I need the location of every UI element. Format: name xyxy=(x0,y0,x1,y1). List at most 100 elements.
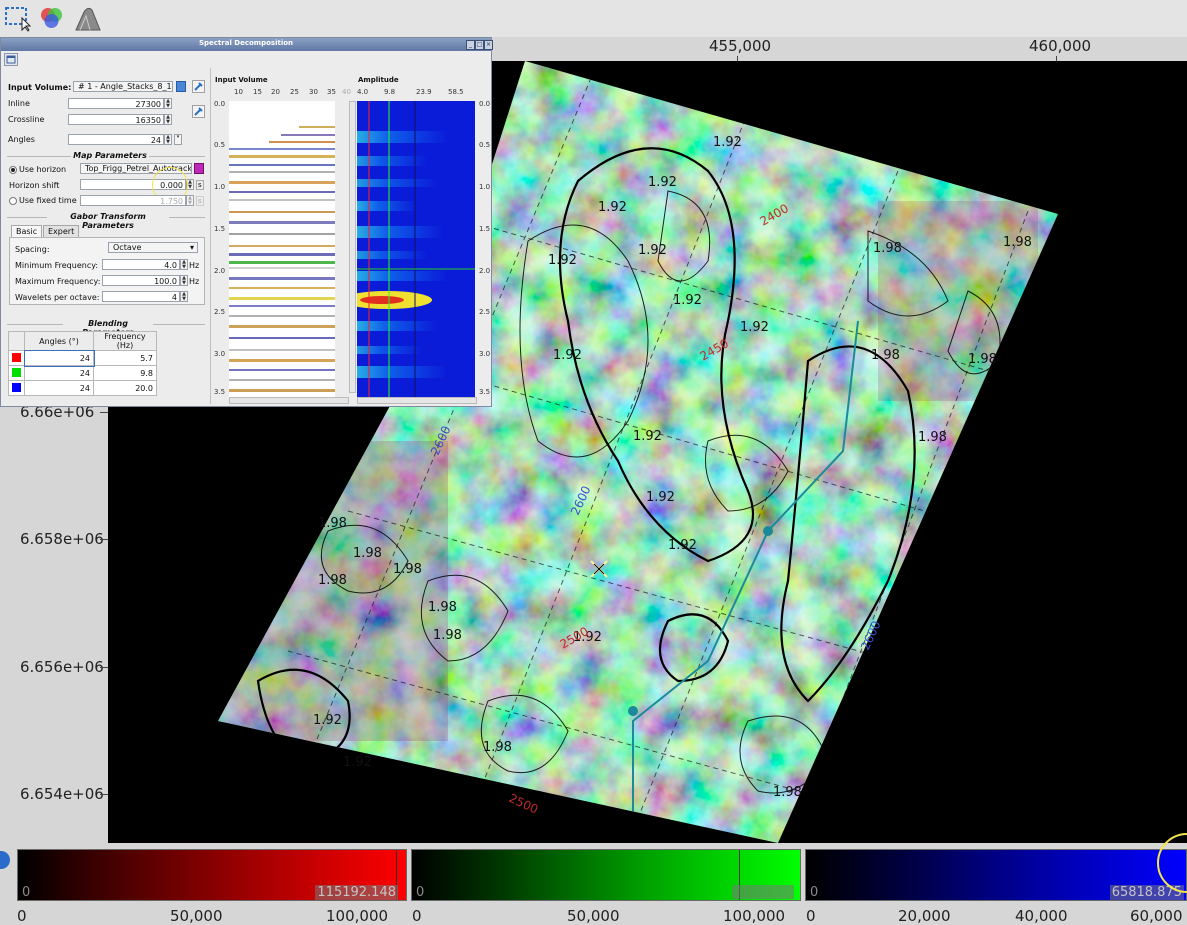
y-tick-label: 6.656e+06 xyxy=(20,658,104,676)
volume-icon[interactable] xyxy=(176,81,186,92)
amplitude-time-axis: 0.0 0.5 1.0 1.5 2.0 2.5 3.0 3.5 xyxy=(479,100,491,396)
dialog-menu-icon[interactable] xyxy=(4,53,18,66)
green-colorbar-min: 0 xyxy=(416,885,425,900)
horizon-color-icon[interactable] xyxy=(194,163,204,174)
green-colorbar[interactable]: 0 xyxy=(411,849,801,901)
crossline-field[interactable]: 16350 xyxy=(68,114,164,125)
amplitude-panel-title: Amplitude xyxy=(358,76,399,84)
map-parameters-title: Map Parameters xyxy=(73,151,147,160)
blend-frequency-cell[interactable]: 20.0 xyxy=(93,380,157,396)
surface-icon[interactable] xyxy=(74,4,102,32)
blend-angle-cell[interactable]: 24 xyxy=(24,365,94,381)
y-tick-label: 6.654e+06 xyxy=(20,785,104,803)
green-colorbar-tick: 100,000 xyxy=(723,907,786,925)
eyedropper-icon xyxy=(194,107,203,116)
minimize-icon[interactable]: _ xyxy=(466,40,475,50)
angles-field[interactable]: 24 xyxy=(68,134,164,145)
red-swatch[interactable] xyxy=(12,352,21,362)
blend-angle-cell[interactable]: 24 xyxy=(24,380,94,396)
wavelets-stepper[interactable]: ▲ ▼ xyxy=(180,291,188,302)
amplitude-horizontal-scrollbar[interactable] xyxy=(357,397,477,404)
contour-label: 1.98 xyxy=(483,740,512,755)
pick-location-button[interactable] xyxy=(192,105,205,118)
blend-header-angles: Angles (°) xyxy=(24,331,94,351)
min-frequency-label: Minimum Frequency: xyxy=(15,261,99,270)
blend-frequency-cell[interactable]: 9.8 xyxy=(93,365,157,381)
blue-colorbar-tick: 60,000 xyxy=(1130,907,1183,925)
contour-label: 1.92 xyxy=(633,429,662,444)
seismic-vertical-scrollbar[interactable] xyxy=(349,101,356,393)
blue-colorbar[interactable]: 0 65818.875 xyxy=(805,849,1187,901)
contour-label: 1.98 xyxy=(871,348,900,363)
selection-rectangle-icon[interactable] xyxy=(4,4,32,32)
spacing-label: Spacing: xyxy=(15,245,50,254)
spacing-select[interactable]: Octave ▾ xyxy=(108,242,198,253)
contour-label: 1.98 xyxy=(1003,235,1032,250)
use-fixed-time-radio[interactable] xyxy=(9,197,17,205)
tab-expert[interactable]: Expert xyxy=(43,225,80,237)
inline-field[interactable]: 27300 xyxy=(68,98,164,109)
eyedropper-icon xyxy=(194,82,203,91)
blend-frequency-cell[interactable]: 5.7 xyxy=(93,350,157,366)
blending-table: Angles (°) Frequency (Hz) 24 5.7 24 9.8 … xyxy=(8,331,157,396)
inline-label: Inline xyxy=(8,99,30,108)
seismic-panel-title: Input Volume xyxy=(215,76,268,84)
input-volume-select[interactable]: # 1 - Angle_Stacks_8_16_ xyxy=(73,81,173,92)
wavelets-label: Wavelets per octave: xyxy=(15,293,100,302)
contour-label: 1.98 xyxy=(773,785,802,800)
min-frequency-stepper[interactable]: ▲ ▼ xyxy=(180,259,188,270)
red-colorbar-tick: 0 xyxy=(17,907,27,925)
table-row: 24 9.8 xyxy=(8,365,157,381)
fixed-time-stepper[interactable]: ▲ ▼ xyxy=(186,195,194,206)
min-frequency-field[interactable]: 4.0 xyxy=(102,259,180,270)
crossline-stepper[interactable]: ▲ ▼ xyxy=(164,114,172,125)
contour-label: 2500 xyxy=(507,791,541,817)
blend-angle-cell[interactable]: 24 xyxy=(23,349,95,367)
seismic-horizontal-scrollbar[interactable] xyxy=(229,397,349,404)
blue-colorbar-tick: 20,000 xyxy=(898,907,951,925)
wavelets-field[interactable]: 4 xyxy=(102,291,180,302)
pick-volume-button[interactable] xyxy=(192,80,205,93)
y-tick-label: 6.658e+06 xyxy=(20,530,104,548)
use-fixed-time-label: Use fixed time xyxy=(19,196,77,205)
rgb-blend-icon[interactable] xyxy=(38,4,66,32)
contour-label: 1.98 xyxy=(968,352,997,367)
inline-stepper[interactable]: ▲ ▼ xyxy=(164,98,172,109)
seismic-trace-view[interactable] xyxy=(229,101,335,397)
contour-label: 1.98 xyxy=(428,600,457,615)
map-x-axis: 455,000 460,000 xyxy=(492,37,1187,62)
seismic-time-axis: 0.0 0.5 1.0 1.5 2.0 2.5 3.0 3.5 xyxy=(214,100,226,396)
max-frequency-field[interactable]: 100.0 xyxy=(102,275,180,286)
red-colorbar-tick: 50,000 xyxy=(170,907,223,925)
green-colorbar-max xyxy=(732,885,794,899)
max-frequency-unit: Hz xyxy=(189,277,200,286)
green-swatch[interactable] xyxy=(12,367,21,377)
contour-label: 1.98 xyxy=(353,546,382,561)
contour-label: 1.92 xyxy=(668,538,697,553)
toolbar xyxy=(0,0,1187,38)
contour-label: 1.98 xyxy=(318,516,347,531)
dialog-titlebar[interactable]: Spectral Decomposition _ □ × xyxy=(1,38,493,51)
contour-label: 1.92 xyxy=(313,713,342,728)
red-colorbar-min: 0 xyxy=(22,885,31,900)
close-icon[interactable]: × xyxy=(484,40,493,50)
fixed-time-field[interactable]: 1.750 xyxy=(80,195,186,206)
use-horizon-label: Use horizon xyxy=(19,165,67,174)
x-tick-label: 455,000 xyxy=(709,37,772,55)
colorbar-settings-icon[interactable] xyxy=(0,851,10,869)
angles-dropdown[interactable]: ▾ xyxy=(174,134,182,145)
blue-swatch[interactable] xyxy=(12,382,21,392)
amplitude-spectrum-view[interactable] xyxy=(357,101,475,397)
contour-label: 1.92 xyxy=(548,253,577,268)
angles-stepper[interactable]: ▲ ▼ xyxy=(164,134,172,145)
contour-label: 1.98 xyxy=(318,573,347,588)
red-colorbar[interactable]: 0 115192.148 xyxy=(17,849,407,901)
use-horizon-radio[interactable] xyxy=(9,166,17,174)
tab-basic[interactable]: Basic xyxy=(11,225,43,237)
contour-label: 1.98 xyxy=(918,430,947,445)
maximize-icon[interactable]: □ xyxy=(475,40,484,50)
max-frequency-stepper[interactable]: ▲ ▼ xyxy=(180,275,188,286)
angles-label: Angles xyxy=(8,135,35,144)
green-colorbar-tick: 50,000 xyxy=(567,907,620,925)
spectral-decomposition-dialog: Spectral Decomposition _ □ × Input Volum… xyxy=(0,37,493,407)
